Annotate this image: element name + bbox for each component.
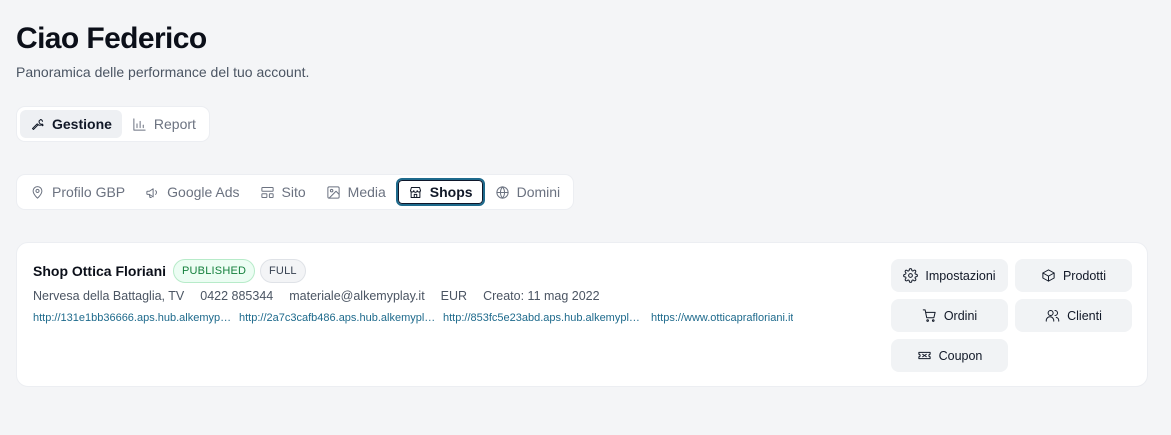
shop-card: Shop Ottica Floriani PUBLISHED FULL Nerv… [16,242,1148,387]
globe-icon [495,185,509,199]
shop-location: Nervesa della Battaglia, TV [33,289,185,303]
tab-profilo-gbp-label: Profilo GBP [52,184,126,200]
shop-name: Shop Ottica Floriani [33,263,167,279]
settings-button[interactable]: Impostazioni [891,259,1008,292]
wrench-icon [32,118,44,130]
tab-google-ads[interactable]: Google Ads [135,178,249,206]
shop-created: Creato: 11 mag 2022 [483,289,600,303]
products-button-label: Prodotti [1062,268,1107,283]
sub-tab-bar: Profilo GBP Google Ads Sito Media Shops … [16,174,575,210]
shop-link[interactable]: http://853fc5e23abd.aps.hub.alkemyplay.i… [443,312,641,324]
tab-shops-label: Shops [429,184,473,200]
tab-google-ads-label: Google Ads [167,184,240,200]
shop-link[interactable]: http://2a7c3cafb486.aps.hub.alkemyplay.i… [239,312,437,324]
layout-icon [260,186,274,198]
megaphone-icon [146,187,158,198]
customers-button[interactable]: Clienti [1015,299,1132,332]
shop-currency: EUR [440,289,468,303]
main-tab-bar: Gestione Report [16,106,210,142]
plan-badge: FULL [260,259,306,283]
customers-button-label: Clienti [1067,308,1102,323]
tab-gestione-label: Gestione [52,116,112,132]
shop-email: materiale@alkemyplay.it [289,289,425,303]
tab-domini-label: Domini [516,184,561,200]
cart-icon [922,309,936,322]
users-icon [1045,310,1060,322]
store-icon [409,186,421,198]
orders-button-label: Ordini [943,308,978,323]
package-icon [1042,269,1055,282]
coupon-button[interactable]: Coupon [891,339,1008,372]
settings-button-label: Impostazioni [925,268,996,283]
status-badge: PUBLISHED [173,259,256,283]
tab-profilo-gbp[interactable]: Profilo GBP [20,178,135,206]
tab-media[interactable]: Media [316,178,396,206]
page-subtitle: Panoramica delle performance del tuo acc… [16,64,310,80]
bar-chart-icon [133,117,146,131]
tab-report-label: Report [153,116,196,132]
shop-link[interactable]: https://www.otticaprafloriani.it [651,312,793,324]
tab-media-label: Media [347,184,386,200]
tab-sito-label: Sito [281,184,306,200]
shop-meta: Nervesa della Battaglia, TV 0422 885344 … [33,289,600,303]
tab-domini[interactable]: Domini [485,178,571,206]
ticket-icon [917,351,931,360]
tab-report[interactable]: Report [122,110,206,138]
products-button[interactable]: Prodotti [1015,259,1132,292]
page-title: Ciao Federico [16,22,207,55]
orders-button[interactable]: Ordini [891,299,1008,332]
tab-sito[interactable]: Sito [250,178,316,206]
shop-phone: 0422 885344 [200,289,274,303]
coupon-button-label: Coupon [938,348,983,363]
gear-icon [903,268,919,283]
tab-gestione[interactable]: Gestione [20,110,122,138]
map-pin-icon [32,185,43,199]
tab-shops[interactable]: Shops [395,178,485,206]
image-icon [327,185,340,199]
shop-links: http://131e1bb36666.aps.hub.alkemyplay.i… [33,312,793,324]
shop-link[interactable]: http://131e1bb36666.aps.hub.alkemyplay.i… [33,312,233,324]
